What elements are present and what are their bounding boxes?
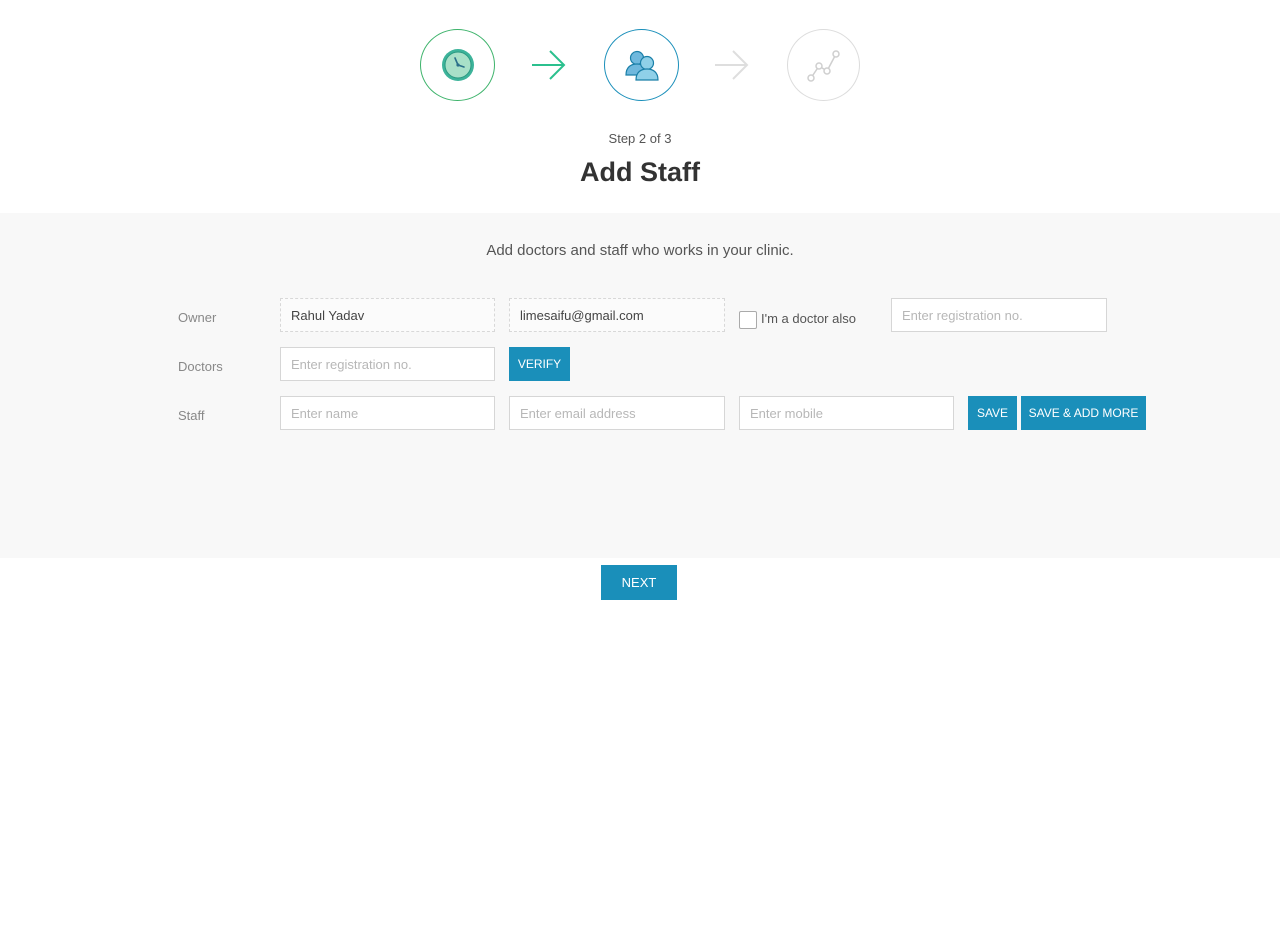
staff-email-input[interactable] — [509, 396, 725, 430]
owner-registration-input[interactable] — [891, 298, 1107, 332]
owner-email-input[interactable] — [509, 298, 725, 332]
next-button[interactable]: NEXT — [601, 565, 677, 600]
save-add-more-button[interactable]: SAVE & ADD MORE — [1021, 396, 1146, 430]
analytics-icon — [806, 50, 840, 82]
step-1-clinic[interactable] — [420, 29, 495, 101]
step-2-staff[interactable] — [604, 29, 679, 101]
doctors-label: Doctors — [178, 359, 223, 374]
staff-name-input[interactable] — [280, 396, 495, 430]
page-title: Add Staff — [580, 157, 700, 187]
owner-label: Owner — [178, 310, 217, 325]
doctor-also-checkbox[interactable] — [739, 311, 757, 329]
step-count: Step 2 of 3 — [608, 131, 672, 146]
doctor-registration-input[interactable] — [280, 347, 495, 381]
staff-mobile-input[interactable] — [739, 396, 954, 430]
clock-icon — [441, 49, 474, 81]
save-button[interactable]: SAVE — [968, 396, 1017, 430]
owner-name-input[interactable] — [280, 298, 495, 332]
staff-form-panel: Add doctors and staff who works in your … — [0, 213, 1280, 558]
verify-button[interactable]: VERIFY — [509, 347, 570, 381]
arrow-right-icon — [715, 50, 749, 80]
staff-label: Staff — [178, 408, 205, 423]
stepper — [0, 0, 1280, 120]
panel-subtitle: Add doctors and staff who works in your … — [486, 242, 794, 259]
arrow-right-icon — [532, 50, 566, 80]
doctor-also-label: I'm a doctor also — [761, 311, 856, 326]
step-3-analytics[interactable] — [787, 29, 860, 101]
users-icon — [624, 50, 659, 81]
